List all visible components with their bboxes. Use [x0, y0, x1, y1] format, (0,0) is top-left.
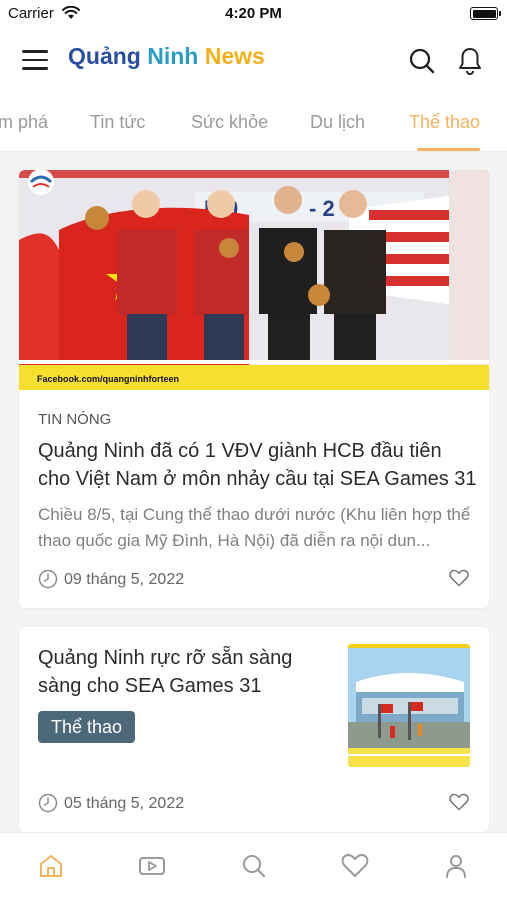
app-title: Quảng Ninh News — [68, 43, 265, 70]
tab-du-lich[interactable]: Du lịch — [310, 112, 365, 133]
tab-the-thao[interactable]: Thể thao — [409, 112, 480, 133]
app-title-part-3: News — [198, 43, 265, 69]
tab-suc-khoe[interactable]: Sức khỏe — [191, 112, 268, 133]
heart-icon[interactable] — [341, 853, 369, 879]
clock-icon — [38, 569, 58, 589]
article-title[interactable]: Quảng Ninh rực rỡ sẵn sàng sàng cho SEA … — [38, 644, 338, 700]
app-title-part-2: Ninh — [140, 43, 199, 69]
status-bar: Carrier 4:20 PM — [0, 0, 507, 28]
article-thumbnail — [348, 644, 470, 767]
active-tab-indicator — [417, 148, 480, 151]
heart-icon[interactable] — [449, 793, 469, 811]
featured-article-image: N 0 - 2 Facebook.com/quangninhforteen — [19, 170, 489, 390]
video-icon[interactable] — [138, 853, 166, 879]
article-date: 05 tháng 5, 2022 — [64, 795, 185, 812]
featured-date: 09 tháng 5, 2022 — [64, 571, 185, 588]
article-card[interactable]: Quảng Ninh rực rỡ sẵn sàng sàng cho SEA … — [19, 627, 489, 832]
status-time: 4:20 PM — [225, 5, 282, 22]
battery-icon — [470, 7, 501, 20]
clock-icon — [38, 793, 58, 813]
app-header: Quảng Ninh News — [0, 28, 507, 92]
tab-tin-tuc[interactable]: Tin tức — [90, 112, 145, 133]
search-icon[interactable] — [241, 853, 267, 879]
profile-icon[interactable] — [443, 853, 469, 879]
hamburger-menu-icon[interactable] — [22, 50, 48, 70]
featured-title[interactable]: Quảng Ninh đã có 1 VĐV giành HCB đầu tiê… — [38, 437, 478, 493]
tab-kham-pha[interactable]: m phá — [0, 112, 48, 133]
featured-excerpt: Chiều 8/5, tại Cung thể thao dưới nước (… — [38, 505, 471, 550]
bell-icon[interactable] — [456, 46, 484, 76]
heart-icon[interactable] — [449, 569, 469, 587]
app-title-part-1: Quảng — [68, 43, 141, 69]
home-icon[interactable] — [38, 853, 64, 879]
category-tab-bar: m phá Tin tức Sức khỏe Du lịch Thể thao — [0, 92, 507, 152]
search-icon[interactable] — [408, 47, 436, 75]
featured-tag: TIN NÓNG — [38, 411, 112, 428]
featured-image-caption: Facebook.com/quangninhforteen — [37, 374, 179, 384]
svg-text:- 2: - 2 — [309, 196, 335, 221]
featured-article-card[interactable]: N 0 - 2 Facebook.com/quangninhforteen — [19, 170, 489, 608]
category-chip[interactable]: Thể thao — [38, 711, 136, 743]
bottom-nav — [0, 832, 507, 900]
